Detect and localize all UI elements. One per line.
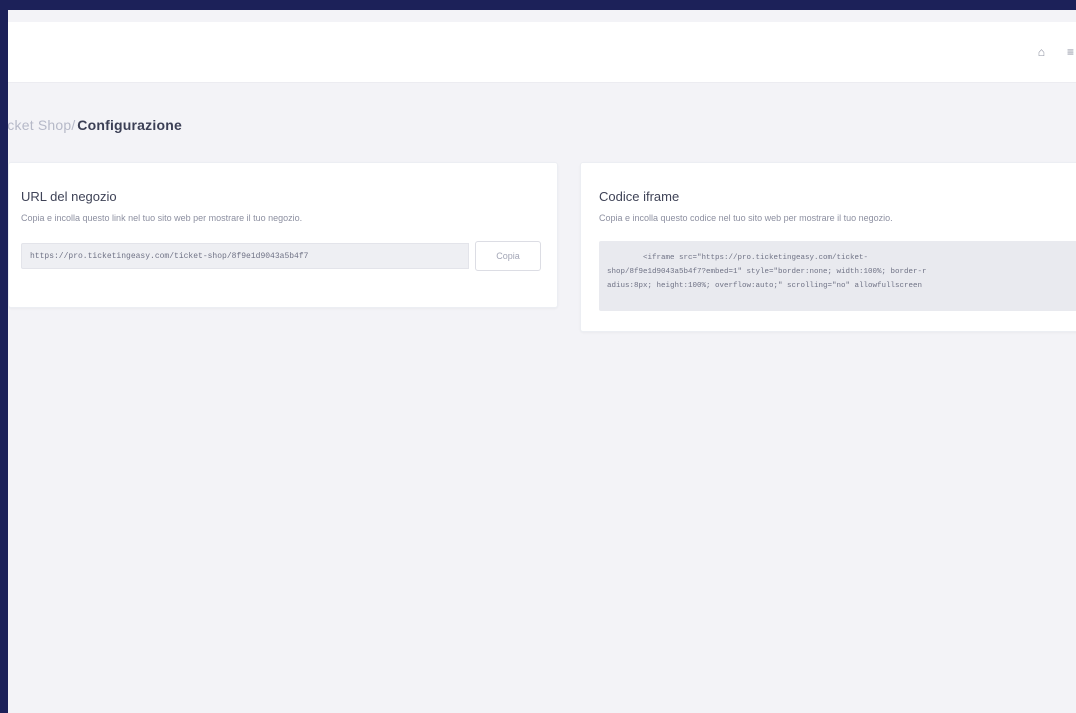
menu-icon[interactable]: ≡	[1067, 46, 1074, 58]
top-bar: ⌂ ≡	[8, 22, 1076, 83]
app-window: ⌂ ≡ icket Shop / Configurazione URL del …	[8, 10, 1076, 713]
url-row: https://pro.ticketingeasy.com/ticket-sho…	[21, 241, 541, 271]
copy-url-button[interactable]: Copia	[475, 241, 541, 271]
shop-url-card: URL del negozio Copia e incolla questo l…	[8, 162, 558, 308]
topbar-actions: ⌂ ≡	[1038, 22, 1076, 82]
shop-url-field[interactable]: https://pro.ticketingeasy.com/ticket-sho…	[21, 243, 469, 269]
bell-icon[interactable]: ⌂	[1038, 46, 1045, 58]
card-description: Copia e incolla questo link nel tuo sito…	[21, 213, 303, 223]
code-line: <iframe src="https://pro.ticketingeasy.c…	[607, 254, 869, 262]
card-title: Codice iframe	[599, 189, 680, 204]
breadcrumb-item-ticket-shop[interactable]: icket Shop	[8, 117, 71, 133]
code-line: adius:8px; height:100%; overflow:auto;" …	[607, 282, 923, 290]
card-title: URL del negozio	[21, 189, 117, 204]
iframe-code-card: Codice iframe Copia e incolla questo cod…	[580, 162, 1076, 332]
breadcrumb: icket Shop / Configurazione	[8, 105, 194, 145]
code-line: shop/8f9e1d9043a5b4f7?embed=1" style="bo…	[607, 268, 927, 276]
card-description: Copia e incolla questo codice nel tuo si…	[599, 213, 893, 223]
iframe-code-box[interactable]: <iframe src="https://pro.ticketingeasy.c…	[599, 241, 1076, 311]
breadcrumb-separator: /	[71, 117, 76, 133]
page-title: Configurazione	[77, 117, 182, 133]
